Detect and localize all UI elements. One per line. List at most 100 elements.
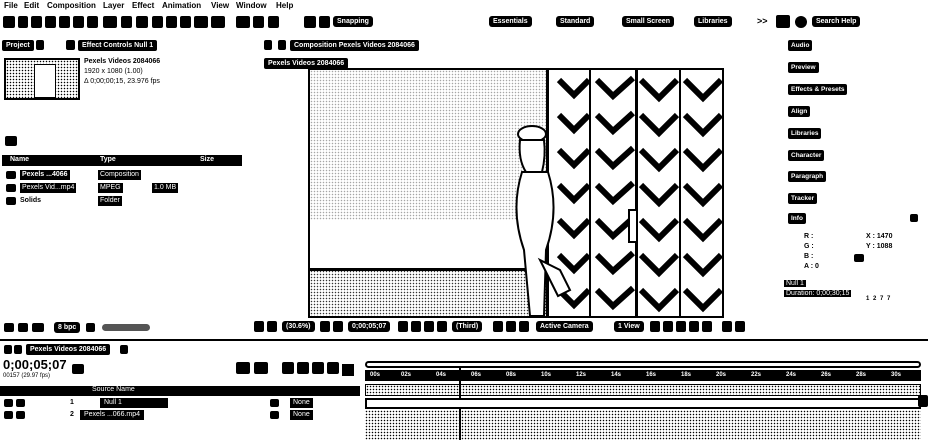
mask-icon[interactable]: [333, 321, 343, 332]
menu-view[interactable]: View: [211, 1, 229, 10]
timeline-menu-icon[interactable]: [14, 345, 22, 354]
grid-icon[interactable]: [320, 321, 330, 332]
zoom-dropdown[interactable]: (30.6%): [282, 321, 315, 332]
fast-previews-icon[interactable]: [663, 321, 673, 332]
visibility-eye-icon[interactable]: [4, 411, 13, 419]
layer-name[interactable]: Pexels ...066.mp4: [80, 410, 145, 420]
snapping-magnet-icon[interactable]: [319, 16, 330, 28]
workspace-small-screen[interactable]: Small Screen: [622, 16, 674, 27]
menu-file[interactable]: File: [4, 1, 18, 10]
clone-stamp-tool-icon[interactable]: [166, 16, 177, 28]
camera-dropdown[interactable]: Active Camera: [536, 321, 593, 332]
project-scrollbar[interactable]: [102, 324, 150, 331]
channel-icon[interactable]: [424, 321, 434, 332]
audio-icon[interactable]: [16, 411, 25, 419]
project-menu-icon[interactable]: [36, 40, 44, 50]
snapping-checkbox-icon[interactable]: [304, 16, 316, 28]
panel-character[interactable]: Character: [788, 150, 825, 161]
menu-effect[interactable]: Effect: [132, 1, 154, 10]
panel-libraries[interactable]: Libraries: [788, 128, 822, 139]
snapshot-camera-icon[interactable]: [398, 321, 408, 332]
brush-tool-icon[interactable]: [152, 16, 163, 28]
layer-switch-icon[interactable]: [270, 411, 279, 419]
transparency-grid-icon[interactable]: [506, 321, 516, 332]
color-picker-icon[interactable]: [437, 321, 447, 332]
draft-3d-icon[interactable]: [254, 362, 268, 374]
pen-tool-icon[interactable]: [121, 16, 132, 28]
roto-brush-tool-icon[interactable]: [194, 16, 208, 28]
composition-viewer[interactable]: [308, 68, 724, 318]
panel-preview[interactable]: Preview: [788, 62, 819, 73]
list-item[interactable]: Pexels ...4066 Composition: [2, 170, 242, 180]
comp-mini-flowchart-icon[interactable]: [236, 362, 250, 374]
timeline-link-icon[interactable]: [676, 321, 686, 332]
panel-align[interactable]: Align: [788, 106, 811, 117]
column-name[interactable]: Name: [10, 156, 29, 163]
column-type[interactable]: Type: [100, 156, 116, 163]
type-tool-icon[interactable]: [136, 16, 148, 28]
snapping-label[interactable]: Snapping: [333, 16, 373, 27]
pan-behind-tool-icon[interactable]: [87, 16, 98, 28]
viewer-menu-icon[interactable]: [735, 321, 745, 332]
timeline-current-time[interactable]: 0;00;05;07: [3, 357, 67, 372]
work-area-start-icon[interactable]: [342, 364, 354, 376]
time-ruler[interactable]: [365, 370, 921, 381]
comp-close-icon[interactable]: [264, 40, 272, 50]
new-composition-icon[interactable]: [32, 323, 44, 332]
info-menu-icon[interactable]: [910, 214, 918, 222]
timeline-end-marker-icon[interactable]: [918, 395, 928, 407]
layer-switch-icon[interactable]: [270, 399, 279, 407]
timeline-tab-menu-icon[interactable]: [120, 345, 128, 354]
panel-tracker[interactable]: Tracker: [788, 193, 818, 204]
layer-name[interactable]: Null 1: [100, 398, 168, 408]
layer-row[interactable]: 1 Null 1 None: [0, 398, 360, 408]
graph-editor-icon[interactable]: [327, 362, 339, 374]
project-search-icon[interactable]: [5, 136, 17, 146]
timeline-close-icon[interactable]: [4, 345, 12, 354]
show-snapshot-icon[interactable]: [411, 321, 421, 332]
selection-tool-icon[interactable]: [18, 16, 28, 28]
menu-edit[interactable]: Edit: [24, 1, 39, 10]
resolution-dropdown[interactable]: (Third): [452, 321, 483, 332]
workspace-libraries[interactable]: Libraries: [694, 16, 732, 27]
tab-effect-controls[interactable]: Effect Controls Null 1: [78, 40, 158, 51]
camera-tool-icon[interactable]: [73, 16, 84, 28]
region-of-interest-icon[interactable]: [493, 321, 503, 332]
3d-view-icon[interactable]: [519, 321, 529, 332]
frame-blending-icon[interactable]: [297, 362, 309, 374]
fit-icon[interactable]: [267, 321, 277, 332]
column-source-name[interactable]: Source Name: [92, 386, 135, 393]
work-area-bar[interactable]: [365, 361, 921, 368]
panel-paragraph[interactable]: Paragraph: [788, 171, 827, 182]
list-item[interactable]: Solids Folder: [2, 196, 242, 206]
layer-bar-null[interactable]: [365, 384, 921, 396]
solo-icon[interactable]: [16, 399, 25, 407]
new-folder-icon[interactable]: [18, 323, 28, 332]
tab-timeline[interactable]: Pexels Videos 2084066: [26, 344, 111, 355]
panel-effects-presets[interactable]: Effects & Presets: [788, 84, 848, 95]
workspace-essentials[interactable]: Essentials: [489, 16, 532, 27]
bpc-button[interactable]: 8 bpc: [54, 322, 81, 333]
workspace-standard[interactable]: Standard: [556, 16, 595, 27]
layer-row[interactable]: 2 Pexels ...066.mp4 None: [0, 410, 360, 420]
comp-lock-icon[interactable]: [278, 40, 286, 50]
tab-composition[interactable]: Composition Pexels Videos 2084066: [290, 40, 419, 51]
exposure-icon[interactable]: [722, 321, 732, 332]
zoom-tool-icon[interactable]: [45, 16, 56, 28]
list-item[interactable]: Pexels Vid...mp4 MPEG 1.0 MB: [2, 183, 242, 193]
panel-info[interactable]: Info: [788, 213, 806, 224]
delete-icon[interactable]: [86, 323, 95, 332]
timeline-search-icon[interactable]: [72, 364, 84, 374]
view-layout-dropdown[interactable]: 1 View: [614, 321, 644, 332]
local-axis-icon[interactable]: [236, 16, 250, 28]
search-help-input[interactable]: Search Help: [812, 16, 861, 27]
reset-exposure-icon[interactable]: [702, 321, 712, 332]
flowchart-icon[interactable]: [689, 321, 699, 332]
layer-parent[interactable]: None: [290, 410, 313, 420]
current-time-display[interactable]: 0;00;05;07: [348, 321, 391, 332]
visibility-eye-icon[interactable]: [4, 399, 13, 407]
menu-animation[interactable]: Animation: [162, 1, 201, 10]
panel-audio[interactable]: Audio: [788, 40, 813, 51]
puppet-tool-icon[interactable]: [211, 16, 225, 28]
more-workspaces-button[interactable]: >>: [757, 16, 768, 26]
